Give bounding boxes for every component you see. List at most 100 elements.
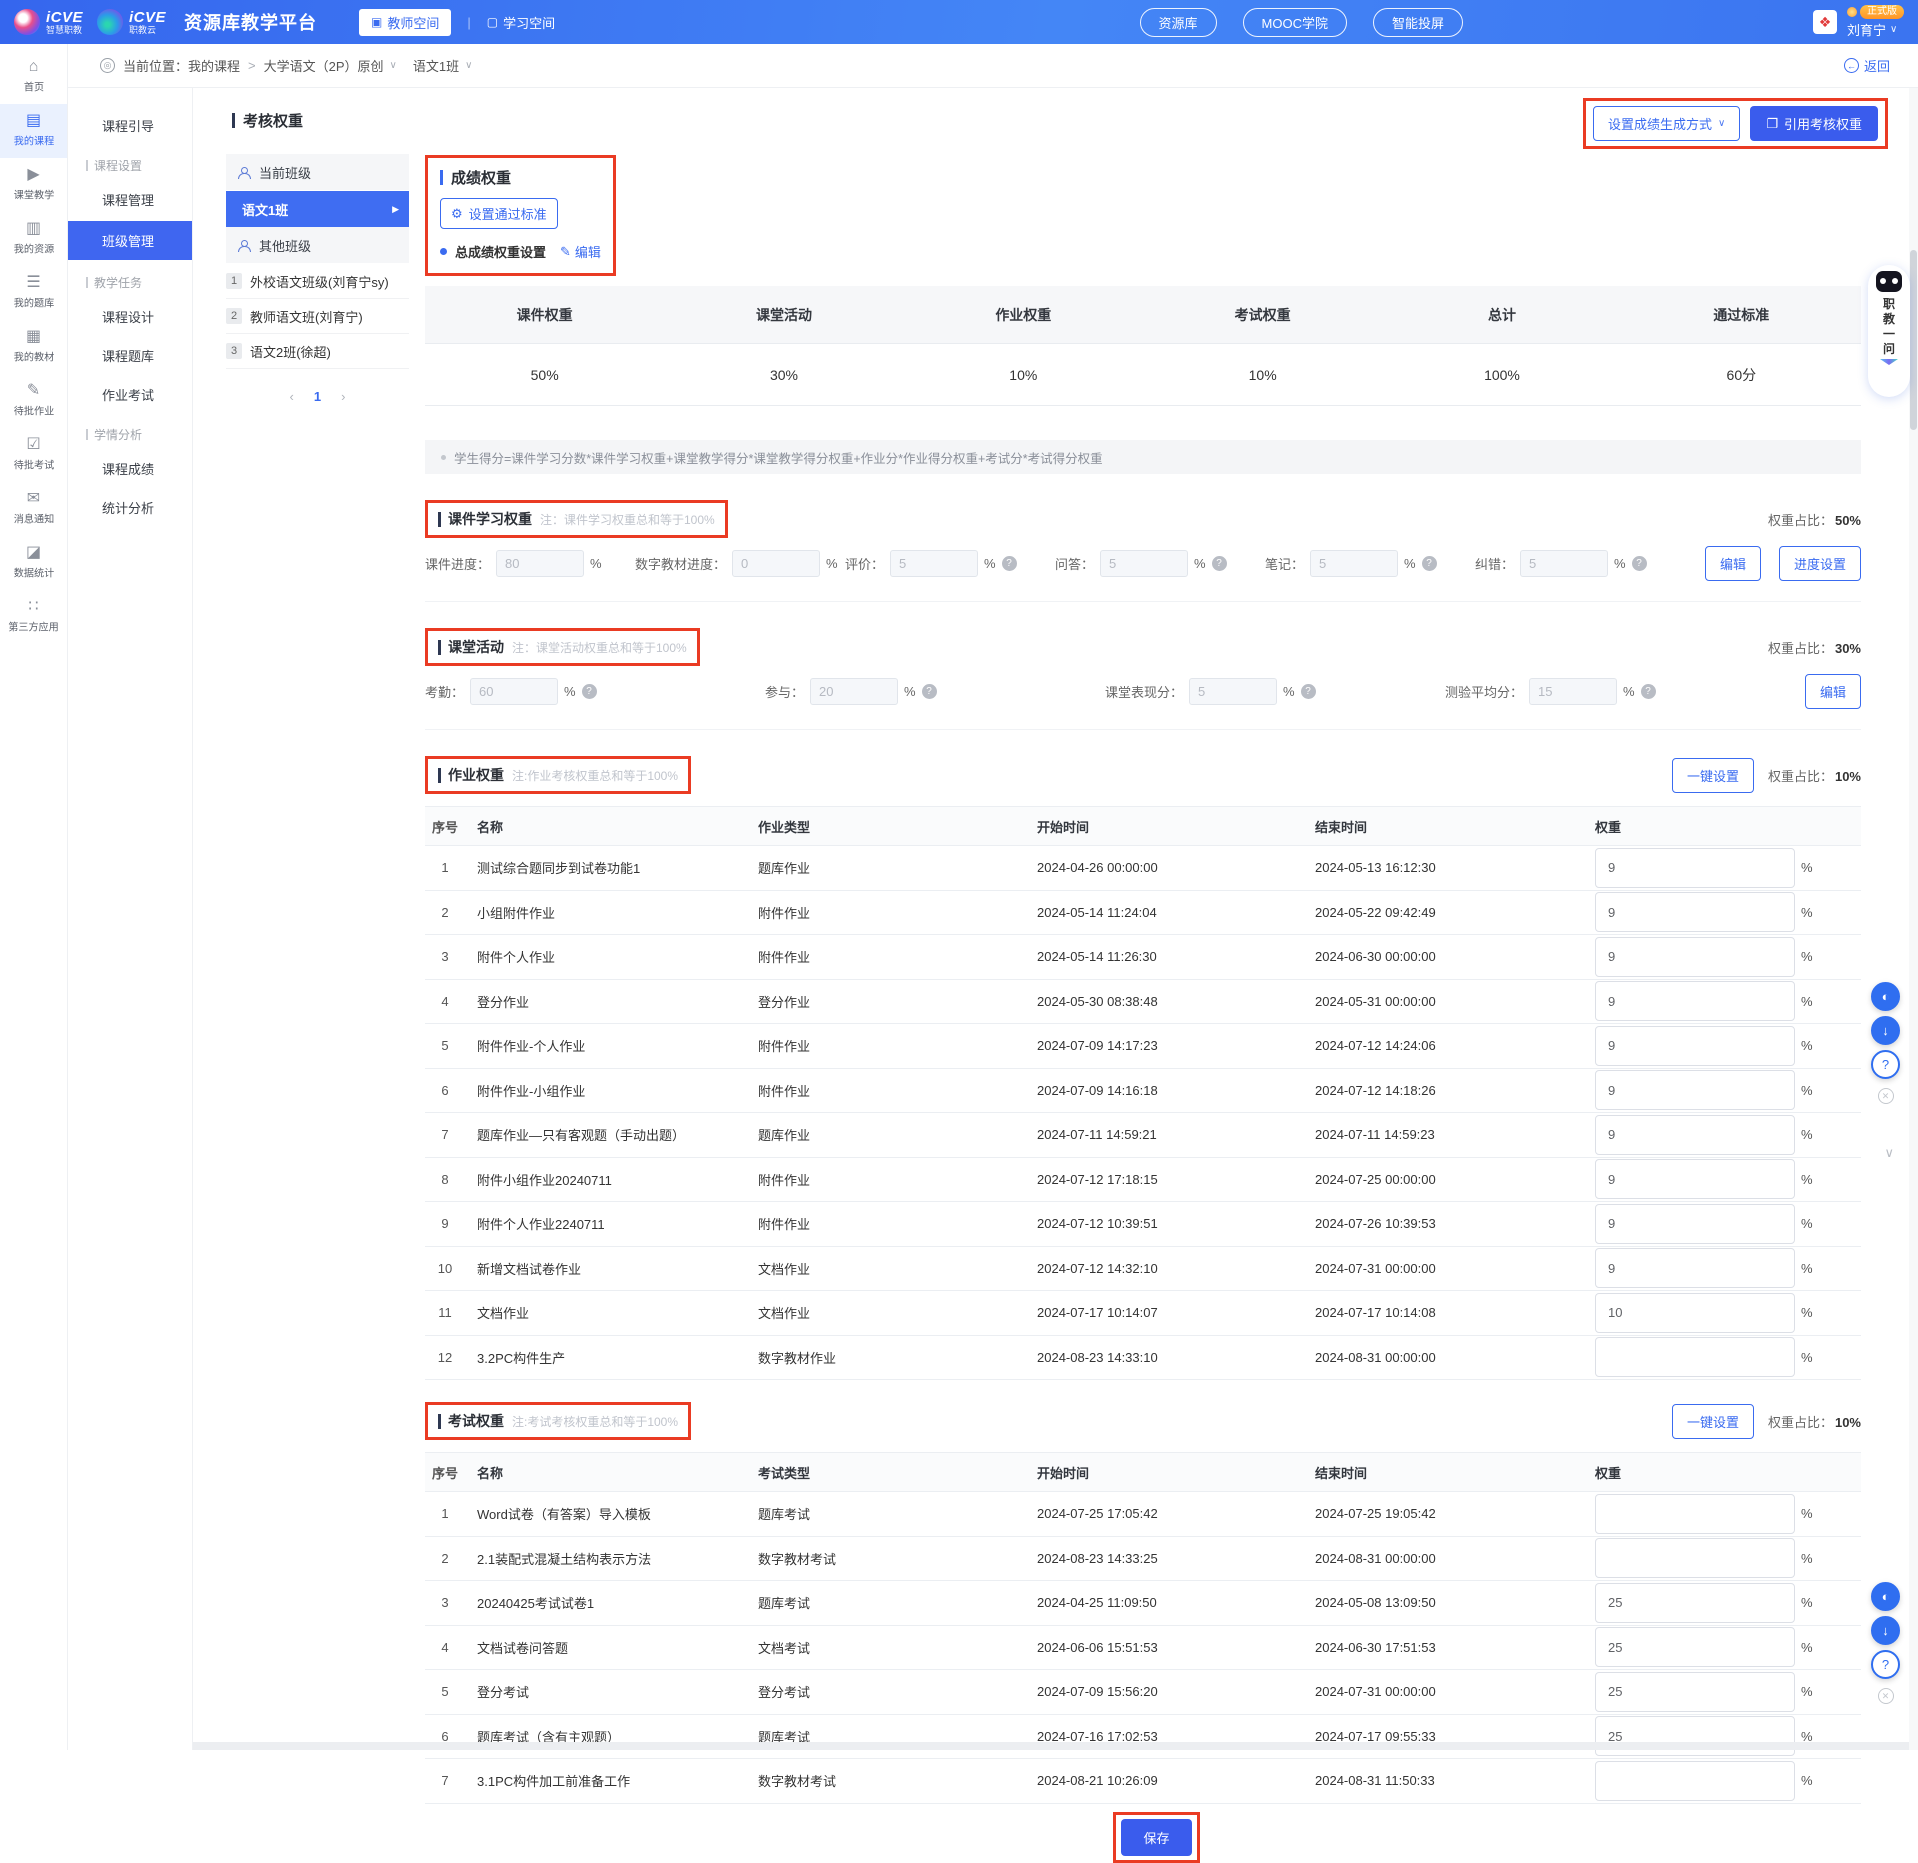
close-icon[interactable]: ✕	[1878, 1088, 1894, 1104]
collapse-chevron-icon[interactable]: ∨	[1884, 1145, 1894, 1161]
scrollbar-thumb[interactable]	[1910, 250, 1917, 430]
exam-weight-input[interactable]	[1595, 1583, 1795, 1623]
rail-item-exam-review[interactable]: ☑待批考试	[0, 428, 67, 482]
sidebar-item-2[interactable]: 课程管理	[68, 180, 192, 219]
sidebar-item-6[interactable]: 课程题库	[68, 336, 192, 375]
exam-quick-set-button[interactable]: 一键设置	[1672, 1404, 1754, 1439]
header-pill-0[interactable]: 资源库	[1140, 8, 1217, 37]
exam-weight-input[interactable]	[1595, 1538, 1795, 1578]
homework-weight-input[interactable]	[1595, 1070, 1795, 1110]
service-icon[interactable]: ◐	[1871, 982, 1900, 1011]
activity-input-3[interactable]	[1529, 678, 1617, 705]
class-list-item[interactable]: 1外校语文班级(刘育宁sy)	[226, 264, 409, 299]
help-icon[interactable]: ?	[1871, 1050, 1900, 1079]
courseware-input-5[interactable]	[1520, 550, 1608, 577]
sidebar-item-7[interactable]: 作业考试	[68, 375, 192, 414]
homework-quick-set-button[interactable]: 一键设置	[1672, 758, 1754, 793]
rail-item-teaching[interactable]: ▶课堂教学	[0, 158, 67, 212]
pager-prev-icon[interactable]: ‹	[290, 389, 294, 404]
courseware-edit-button[interactable]: 编辑	[1705, 546, 1761, 581]
learn-space-button[interactable]: ▢学习空间	[487, 13, 555, 32]
activity-input-0[interactable]	[470, 678, 558, 705]
current-class-item[interactable]: 语文1班 ▶	[226, 191, 409, 227]
homework-weight-input[interactable]	[1595, 892, 1795, 932]
assistant-widget[interactable]: 职教一问	[1868, 265, 1910, 397]
sidebar-item-3[interactable]: 班级管理	[68, 221, 192, 260]
courseware-input-3[interactable]	[1100, 550, 1188, 577]
pager-next-icon[interactable]: ›	[341, 389, 345, 404]
rail-item-courses[interactable]: ▤我的课程	[0, 104, 67, 158]
homework-weight-input[interactable]	[1595, 1115, 1795, 1155]
back-button[interactable]: ←返回	[1844, 56, 1890, 75]
header-pill-2[interactable]: 智能投屏	[1373, 8, 1463, 37]
header-pill-1[interactable]: MOOC学院	[1243, 8, 1347, 37]
help-icon[interactable]: ?	[1871, 1650, 1900, 1679]
import-assessment-weight-button[interactable]: ❐引用考核权重	[1750, 106, 1878, 141]
breadcrumb-class[interactable]: 语文1班	[413, 56, 459, 75]
set-grade-method-button[interactable]: 设置成绩生成方式∨	[1593, 106, 1740, 141]
sidebar-item-10[interactable]: 统计分析	[68, 488, 192, 527]
homework-weight-input[interactable]	[1595, 1337, 1795, 1377]
help-icon[interactable]: ?	[922, 684, 937, 699]
sidebar-item-5[interactable]: 课程设计	[68, 297, 192, 336]
set-pass-standard-button[interactable]: ⚙设置通过标准	[440, 198, 558, 229]
edit-total-weight-link[interactable]: ✎编辑	[560, 242, 601, 261]
sidebar-item-9[interactable]: 课程成绩	[68, 449, 192, 488]
help-icon[interactable]: ?	[1422, 556, 1437, 571]
exam-weight-input[interactable]	[1595, 1494, 1795, 1534]
homework-weight-input[interactable]	[1595, 1159, 1795, 1199]
homework-cell-start: 2024-05-30 08:38:48	[1025, 994, 1303, 1009]
user-menu[interactable]: 刘育宁∨	[1847, 20, 1897, 39]
activity-edit-button[interactable]: 编辑	[1805, 674, 1861, 709]
help-icon[interactable]: ?	[1002, 556, 1017, 571]
sidebar-item-0[interactable]: 课程引导	[68, 106, 192, 145]
save-button[interactable]: 保存	[1121, 1819, 1191, 1856]
exam-weight-input[interactable]	[1595, 1627, 1795, 1667]
courseware-input-4[interactable]	[1310, 550, 1398, 577]
homework-weight-input[interactable]	[1595, 937, 1795, 977]
rail-item-messages[interactable]: ✉消息通知	[0, 482, 67, 536]
rail-item-statistics[interactable]: ◪数据统计	[0, 536, 67, 590]
rail-item-resources[interactable]: ▥我的资源	[0, 212, 67, 266]
breadcrumb-my-courses[interactable]: 我的课程	[188, 56, 240, 75]
homework-weight-input[interactable]	[1595, 848, 1795, 888]
page-scrollbar[interactable]	[1909, 88, 1918, 1750]
class-chevron-down-icon[interactable]: ∨	[465, 60, 472, 71]
rail-item-homework-review[interactable]: ✎待批作业	[0, 374, 67, 428]
teacher-space-button[interactable]: ▣教师空间	[359, 9, 451, 36]
help-icon[interactable]: ?	[1212, 556, 1227, 571]
courseware-input-0[interactable]	[496, 550, 584, 577]
rail-item-third-party[interactable]: ∷第三方应用	[0, 590, 67, 644]
pager-page-1[interactable]: 1	[314, 389, 321, 404]
help-icon[interactable]: ?	[582, 684, 597, 699]
homework-weight-input[interactable]	[1595, 1248, 1795, 1288]
rail-item-textbook[interactable]: ▦我的教材	[0, 320, 67, 374]
close-icon[interactable]: ✕	[1878, 1688, 1894, 1704]
exam-weight-input[interactable]	[1595, 1672, 1795, 1712]
course-chevron-down-icon[interactable]: ∨	[390, 60, 397, 71]
activity-input-1[interactable]	[810, 678, 898, 705]
help-icon[interactable]: ?	[1632, 556, 1647, 571]
homework-weight-input[interactable]	[1595, 1293, 1795, 1333]
user-app-icon[interactable]: ❖	[1813, 10, 1837, 34]
rail-item-question-bank[interactable]: ☰我的题库	[0, 266, 67, 320]
service-icon[interactable]: ◐	[1871, 1582, 1900, 1611]
class-list-item[interactable]: 2教师语文班(刘育宁)	[226, 299, 409, 334]
download-icon[interactable]: ↓	[1871, 1016, 1900, 1045]
homework-weight-input[interactable]	[1595, 1204, 1795, 1244]
activity-input-2[interactable]	[1189, 678, 1277, 705]
rail-item-home[interactable]: ⌂首页	[0, 50, 67, 104]
homework-col-header-3: 开始时间	[1025, 817, 1303, 836]
homework-weight-input[interactable]	[1595, 981, 1795, 1021]
homework-weight-input[interactable]	[1595, 1026, 1795, 1066]
courseware-input-2[interactable]	[890, 550, 978, 577]
exam-weight-input[interactable]	[1595, 1716, 1795, 1756]
courseware-input-1[interactable]	[732, 550, 820, 577]
breadcrumb-course[interactable]: 大学语文（2P）原创	[264, 56, 384, 75]
download-icon[interactable]: ↓	[1871, 1616, 1900, 1645]
exam-weight-input[interactable]	[1595, 1761, 1795, 1801]
class-list-item[interactable]: 3语文2班(徐超)	[226, 334, 409, 369]
help-icon[interactable]: ?	[1301, 684, 1316, 699]
help-icon[interactable]: ?	[1641, 684, 1656, 699]
progress-setting-button[interactable]: 进度设置	[1779, 546, 1861, 581]
